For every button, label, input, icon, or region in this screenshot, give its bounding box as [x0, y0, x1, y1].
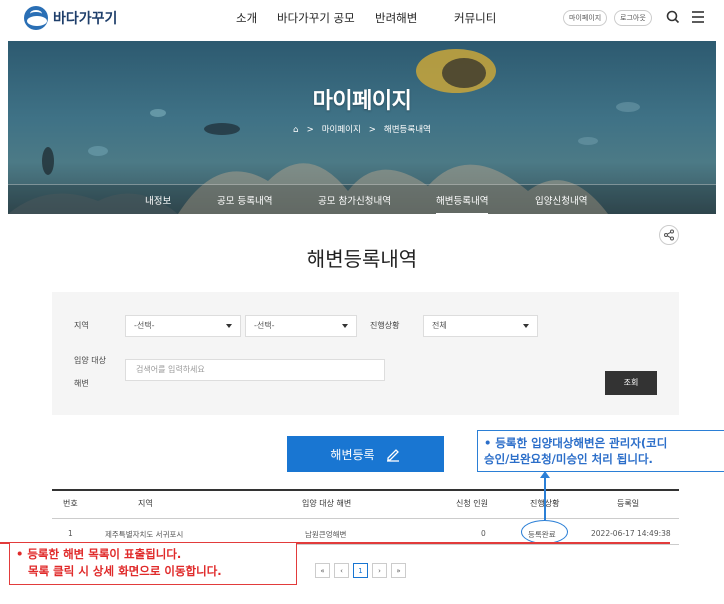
- logo-icon: [24, 6, 48, 30]
- menu-icon[interactable]: [690, 8, 706, 26]
- site-header: 바다가꾸기 소개 바다가꾸기 공모 반려해변 커뮤니티 마이페이지 로그아웃: [0, 0, 724, 38]
- search-button[interactable]: 조회: [605, 371, 657, 395]
- annotation-status-note: • 등록한 입양대상해변은 관리자(코디 승인/보완요청/미승인 처리 됩니다.: [477, 430, 724, 472]
- tab-my-info[interactable]: 내정보: [145, 193, 171, 207]
- annotation-list-note: • 등록한 해변 목록이 표출됩니다. 목록 클릭 시 상세 화면으로 이동합니…: [9, 542, 297, 585]
- mypage-tabs: 내정보 공모 등록내역 공모 참가신청내역 해변등록내역 입양신청내역: [8, 184, 716, 214]
- region-label: 지역: [74, 321, 89, 330]
- breadcrumb-separator: >: [368, 125, 376, 135]
- annotation-status-line1: • 등록한 입양대상해변은 관리자(코디: [484, 436, 668, 450]
- chevron-down-icon: [342, 324, 348, 328]
- share-icon: [664, 229, 674, 241]
- mypage-button[interactable]: 마이페이지: [563, 10, 608, 26]
- home-icon[interactable]: ⌂: [293, 125, 298, 135]
- hero-title: 마이페이지: [312, 89, 412, 114]
- tab-contest-registrations[interactable]: 공모 등록내역: [217, 193, 272, 207]
- nav-item-about[interactable]: 소개: [236, 10, 257, 26]
- cell-applicants: 0: [481, 529, 486, 538]
- annotation-list-line2: 목록 클릭 시 상세 화면으로 이동합니다.: [28, 564, 222, 578]
- table-header-divider: [52, 518, 679, 519]
- register-beach-button[interactable]: 해변등록: [287, 436, 444, 472]
- page-title: 해변등록내역: [306, 247, 418, 271]
- prev-page-button[interactable]: ‹: [334, 563, 349, 578]
- annotation-arrow-line: [544, 474, 546, 520]
- register-beach-label: 해변등록: [330, 447, 375, 462]
- share-button[interactable]: [659, 225, 679, 245]
- beach-search-input[interactable]: 검색어를 입력하세요: [125, 359, 385, 381]
- annotation-status-line2: 승인/보완요청/미승인 처리 됩니다.: [484, 452, 653, 466]
- status-select-value: 전체: [432, 321, 447, 330]
- first-page-button[interactable]: «: [315, 563, 330, 578]
- col-header-region: 지역: [138, 499, 153, 508]
- beach-label: 입양 대상: [74, 356, 106, 365]
- beach-label-line2: 해변: [74, 379, 89, 388]
- col-header-no: 번호: [63, 499, 78, 508]
- cell-no: 1: [68, 529, 73, 538]
- status-highlight-circle: [521, 520, 568, 544]
- breadcrumb: ⌂ > 마이페이지 > 해변등록내역: [8, 123, 716, 135]
- breadcrumb-item[interactable]: 마이페이지: [322, 125, 361, 135]
- site-logo[interactable]: 바다가꾸기: [24, 6, 117, 30]
- col-header-beach: 입양 대상 해변: [302, 499, 352, 508]
- col-header-applicants: 신청 인원: [456, 499, 488, 508]
- region-select-province-value: -선택-: [134, 321, 155, 330]
- tab-beach-registrations[interactable]: 해변등록내역: [436, 193, 489, 214]
- nav-item-companion-beach[interactable]: 반려해변: [375, 10, 417, 26]
- page-number-button[interactable]: 1: [353, 563, 368, 578]
- chevron-down-icon: [226, 324, 232, 328]
- col-header-date: 등록일: [617, 499, 640, 508]
- annotation-arrow-head: [540, 471, 550, 478]
- search-panel: 지역 -선택- -선택- 진행상황 전체 입양 대상 해변 검색어를 입력하세요…: [52, 292, 679, 415]
- pencil-icon: [386, 449, 399, 462]
- cell-region: 제주특별자치도 서귀포시: [105, 530, 184, 539]
- pagination: « ‹ 1 › »: [315, 563, 406, 578]
- annotation-list-line1: • 등록한 해변 목록이 표출됩니다.: [16, 547, 182, 561]
- breadcrumb-separator: >: [306, 125, 314, 135]
- nav-item-contest[interactable]: 바다가꾸기 공모: [277, 10, 355, 26]
- tab-contest-applications[interactable]: 공모 참가신청내역: [318, 193, 391, 207]
- region-select-city[interactable]: -선택-: [245, 315, 357, 337]
- region-select-city-value: -선택-: [254, 321, 275, 330]
- logout-button[interactable]: 로그아웃: [614, 10, 652, 26]
- search-icon[interactable]: [665, 8, 681, 26]
- region-select-province[interactable]: -선택-: [125, 315, 241, 337]
- next-page-button[interactable]: ›: [372, 563, 387, 578]
- status-label: 진행상황: [370, 321, 400, 330]
- cell-date: 2022-06-17 14:49:38: [591, 529, 671, 538]
- chevron-down-icon: [523, 324, 529, 328]
- nav-item-community[interactable]: 커뮤니티: [454, 10, 496, 26]
- hero-banner: 마이페이지 ⌂ > 마이페이지 > 해변등록내역 내정보 공모 등록내역 공모 참가신청…: [8, 41, 716, 214]
- breadcrumb-item[interactable]: 해변등록내역: [384, 125, 431, 135]
- last-page-button[interactable]: »: [391, 563, 406, 578]
- logo-text: 바다가꾸기: [53, 11, 118, 27]
- status-select[interactable]: 전체: [423, 315, 538, 337]
- cell-beach: 남원큰엉해변: [305, 530, 347, 539]
- table-top-border: [52, 489, 679, 491]
- tab-adoption-applications[interactable]: 입양신청내역: [535, 193, 587, 207]
